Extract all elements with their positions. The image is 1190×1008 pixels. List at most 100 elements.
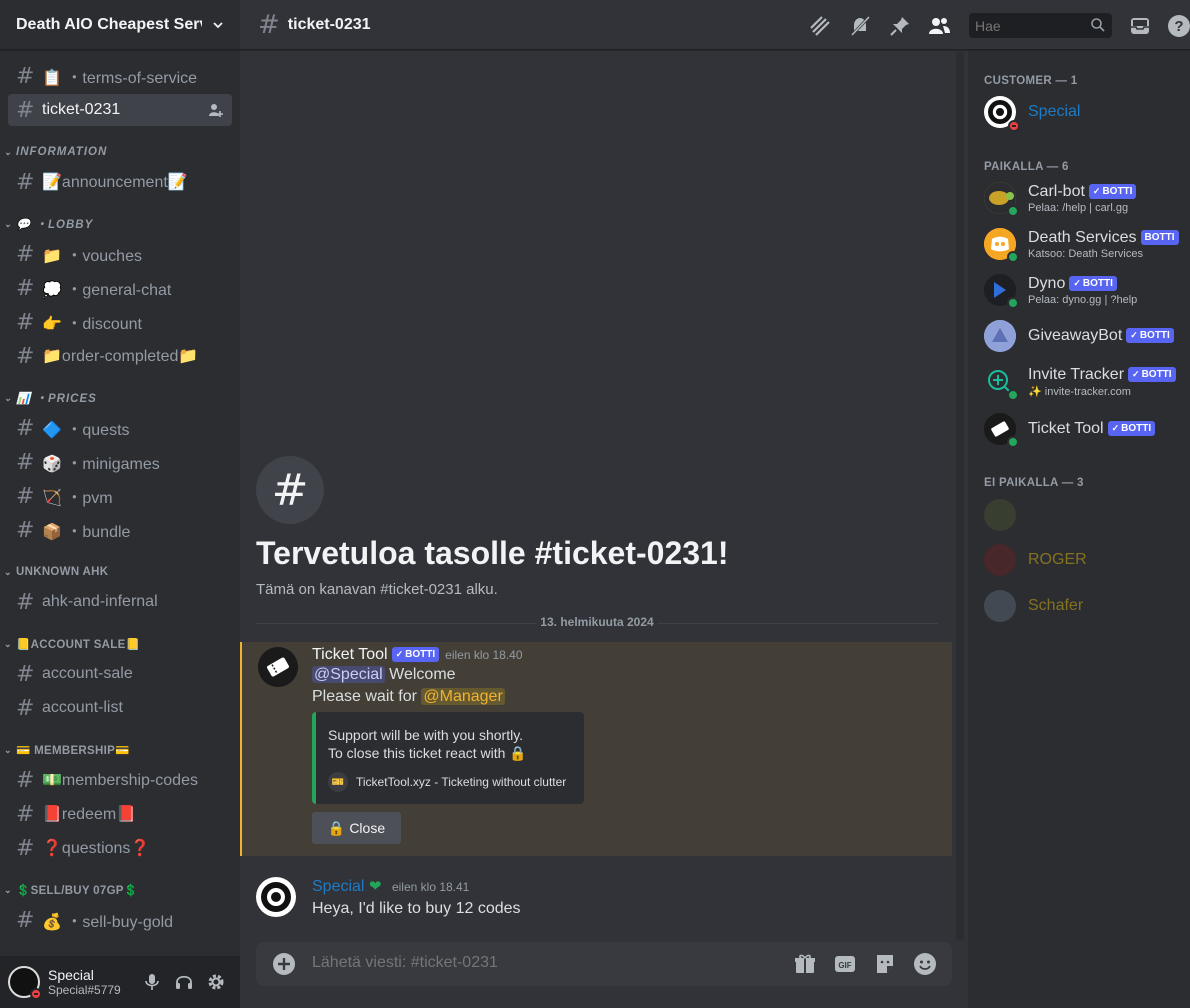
welcome-subtitle: Tämä on kanavan #ticket-0231 alku.: [256, 581, 498, 598]
channel-title: ticket-0231: [287, 15, 371, 33]
member-name: Dyno: [1028, 274, 1066, 292]
pin-icon[interactable]: [888, 14, 912, 38]
category-unknown-ahk[interactable]: ⌄ UNKNOWN AHK: [0, 560, 240, 584]
add-member-icon[interactable]: [208, 102, 224, 118]
channel-label: 📕redeem📕: [42, 806, 137, 823]
channel-ticket-0231[interactable]: # ticket-0231: [8, 94, 232, 126]
hashtag-icon: #: [258, 9, 280, 40]
member-offline-1[interactable]: [984, 495, 1184, 535]
user-avatar[interactable]: [256, 877, 296, 917]
svg-text:?: ?: [1174, 18, 1183, 35]
emoji-icon[interactable]: [913, 952, 937, 976]
guild-header[interactable]: Death AIO Cheapest Services: [0, 0, 240, 50]
channel-label: account-list: [42, 699, 123, 716]
channel-terms-of-service[interactable]: # 📋 ・terms-of-service: [8, 60, 232, 92]
gear-icon[interactable]: [206, 972, 226, 992]
member-list-icon[interactable]: [927, 14, 951, 38]
ticket-tool-avatar[interactable]: [258, 647, 298, 687]
member-list: CUSTOMER — 1 Special PAIKALLA — 6 Carl-b…: [968, 51, 1190, 1008]
sticker-icon[interactable]: [873, 952, 897, 976]
channel-announcement[interactable]: # 📝announcement📝: [8, 166, 232, 198]
add-attachment-icon[interactable]: [272, 952, 296, 976]
welcome-title: Tervetuloa tasolle #ticket-0231!: [256, 535, 729, 571]
microphone-icon[interactable]: [142, 972, 162, 992]
search-box[interactable]: [969, 13, 1112, 38]
channel-vouches[interactable]: # 📁 ・vouches: [8, 238, 232, 270]
help-icon[interactable]: ?: [1167, 14, 1190, 38]
message-input[interactable]: [312, 954, 732, 972]
member-carl-bot[interactable]: Carl-bot ✓ BOTTI Pelaa: /help | carl.gg: [984, 178, 1184, 218]
hashtag-icon: #: [16, 415, 35, 441]
hashtag-icon: #: [16, 589, 35, 615]
channel-sell-buy-gold[interactable]: # 💰 ・sell-buy-gold: [8, 904, 232, 936]
threads-icon[interactable]: [808, 14, 832, 38]
channel-bundle[interactable]: # 📦 ・bundle: [8, 514, 232, 546]
check-icon: ✓: [1130, 330, 1138, 340]
chevron-down-icon: ⌄: [4, 146, 13, 157]
category-information[interactable]: ⌄ INFORMATION: [0, 140, 240, 164]
message-author[interactable]: Special: [312, 878, 364, 895]
channel-account-list[interactable]: # account-list: [8, 692, 232, 724]
member-ticket-tool[interactable]: Ticket Tool ✓ BOTTI: [984, 409, 1184, 449]
gift-icon[interactable]: [793, 952, 817, 976]
member-avatar: [984, 366, 1019, 401]
channel-label: 💰 ・sell-buy-gold: [42, 914, 174, 931]
category-account-sale[interactable]: ⌄ 📒ACCOUNT SALE📒: [0, 632, 240, 656]
hashtag-icon: #: [16, 835, 35, 861]
chevron-down-icon: ⌄: [4, 744, 12, 755]
hashtag-icon: #: [16, 517, 35, 543]
channel-questions[interactable]: # ❓questions❓: [8, 832, 232, 864]
channel-quests[interactable]: # 🔷 ・quests: [8, 412, 232, 444]
hashtag-icon: #: [16, 275, 35, 301]
inbox-icon[interactable]: [1128, 14, 1152, 38]
member-special[interactable]: Special: [984, 92, 1184, 132]
category-prices[interactable]: ⌄ 📊 ・PRICES: [0, 386, 240, 410]
channel-pvm[interactable]: # 🏹 ・pvm: [8, 480, 232, 512]
hashtag-icon: #: [16, 483, 35, 509]
user-avatar[interactable]: [8, 966, 42, 1000]
category-membership[interactable]: ⌄ 💳 MEMBERSHIP💳: [0, 738, 240, 762]
message-special[interactable]: Special ❤ eilen klo 18.41 Heya, I'd like…: [240, 873, 952, 929]
member-roger[interactable]: ROGER: [984, 540, 1184, 580]
category-label: 📒ACCOUNT SALE📒: [16, 639, 141, 651]
member-giveawaybot[interactable]: GiveawayBot ✓ BOTTI: [984, 316, 1184, 356]
channel-discount[interactable]: # 👉 ・discount: [8, 306, 232, 338]
role-mention[interactable]: @Manager: [421, 688, 505, 705]
channel-label: 📦 ・bundle: [42, 524, 131, 541]
member-dyno[interactable]: Dyno ✓ BOTTI Pelaa: dyno.gg | ?help: [984, 270, 1184, 310]
online-status-icon: [1007, 205, 1019, 217]
member-schafer[interactable]: Schafer: [984, 586, 1184, 626]
channel-redeem[interactable]: # 📕redeem📕: [8, 798, 232, 830]
bot-badge: ✓ BOTTI: [1088, 183, 1137, 199]
channel-account-sale[interactable]: # account-sale: [8, 658, 232, 690]
embed-text: Support will be with you shortly.: [328, 727, 524, 743]
member-avatar: [984, 182, 1019, 217]
category-sell-buy-07gp[interactable]: ⌄ 💲SELL/BUY 07GP💲: [0, 878, 240, 902]
check-icon: ✓: [395, 649, 404, 659]
scrollbar[interactable]: [956, 51, 964, 941]
channel-membership-codes[interactable]: # 💵membership-codes: [8, 764, 232, 796]
category-lobby[interactable]: ⌄ 💬 ・LOBBY: [0, 212, 240, 236]
member-death-services[interactable]: Death Services BOTTI Katsoo: Death Servic…: [984, 224, 1184, 264]
search-input[interactable]: [975, 17, 1085, 34]
channel-label: ahk-and-infernal: [42, 593, 158, 610]
category-label: 💬 ・LOBBY: [16, 219, 94, 231]
member-invite-tracker[interactable]: Invite Tracker ✓ BOTTI ✨ invite-tracker.co…: [984, 362, 1184, 402]
gif-icon[interactable]: GIF: [833, 952, 857, 976]
member-avatar: [984, 228, 1019, 263]
guild-name: Death AIO Cheapest Services: [16, 15, 202, 33]
message-ticket-tool[interactable]: Ticket Tool ✓ BOTTI eilen klo 18.40 @Specia…: [240, 642, 952, 856]
close-ticket-button[interactable]: 🔒 Close: [312, 812, 401, 844]
message-author[interactable]: Ticket Tool: [312, 646, 388, 663]
channel-general-chat[interactable]: # 💭 ・general-chat: [8, 272, 232, 304]
channel-label: 👉 ・discount: [42, 316, 142, 333]
channel-ahk-and-infernal[interactable]: # ahk-and-infernal: [8, 586, 232, 618]
channel-order-completed[interactable]: # 📁order-completed📁: [8, 340, 232, 372]
user-mention[interactable]: @Special: [312, 666, 385, 683]
message-embed: Support will be with you shortly. To clo…: [312, 712, 584, 804]
headphones-icon[interactable]: [174, 972, 194, 992]
message-area: # Tervetuloa tasolle #ticket-0231! Tämä …: [240, 51, 952, 941]
chevron-down-icon: ⌄: [4, 884, 12, 895]
notifications-muted-icon[interactable]: [848, 14, 872, 38]
channel-minigames[interactable]: # 🎲 ・minigames: [8, 446, 232, 478]
